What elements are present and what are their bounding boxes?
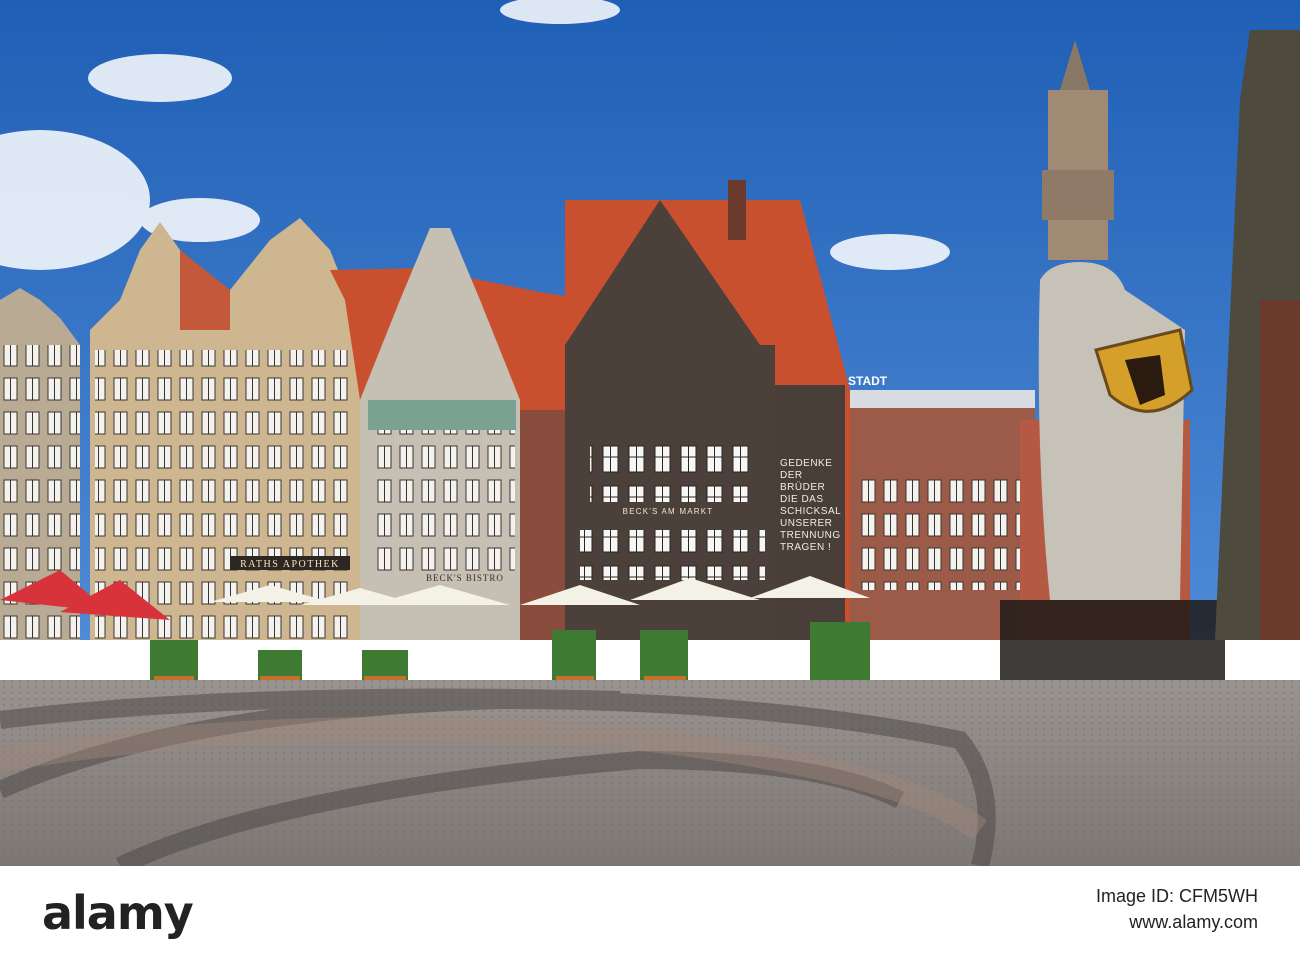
watermark-footer: alamy Image ID: CFM5WH www.alamy.com (0, 866, 1300, 956)
svg-text:TRAGEN !: TRAGEN ! (780, 542, 831, 553)
svg-text:SCHICKSAL: SCHICKSAL (780, 506, 841, 517)
market-square-photo: RATHS APOTHEK BECK'S BISTRO BECK'S AM MA… (0, 0, 1300, 866)
svg-text:TRENNUNG: TRENNUNG (780, 530, 841, 541)
galeria-stadt-sign: STADT (848, 374, 888, 388)
image-id-label: Image ID: CFM5WH (1095, 886, 1258, 906)
dark-brick-building: BECK'S AM MARKT GEDENKE DER BRÜDER DIE D… (565, 180, 850, 640)
svg-text:UNSERER: UNSERER (780, 518, 832, 529)
svg-text:DER: DER (780, 470, 803, 481)
becks-bistro-sign: BECK'S BISTRO (426, 573, 504, 583)
svg-text:BRÜDER: BRÜDER (780, 481, 825, 493)
svg-text:GEDENKE: GEDENKE (780, 458, 832, 469)
becks-am-markt-sign: BECK'S AM MARKT (623, 507, 714, 516)
alamy-url: www.alamy.com (1129, 912, 1258, 932)
alamy-logo: alamy (42, 886, 194, 940)
narrow-brick-building (520, 410, 565, 640)
svg-text:DIE DAS: DIE DAS (780, 494, 824, 505)
raths-apotheke-sign: RATHS APOTHEK (240, 559, 340, 570)
